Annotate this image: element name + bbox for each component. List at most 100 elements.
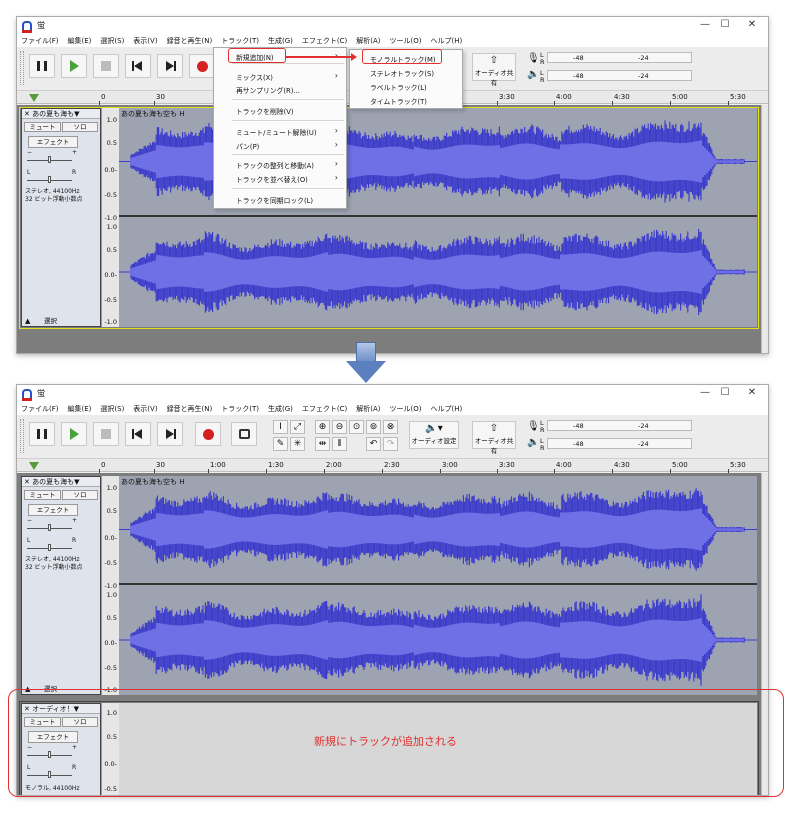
menu-tracks[interactable]: トラック(T) (221, 404, 259, 414)
play-head-icon[interactable] (29, 94, 39, 102)
selection-tool-icon[interactable]: I (273, 420, 288, 434)
clip-name[interactable]: あの夏も海も空も H (121, 477, 185, 487)
effects-button[interactable]: エフェクト (28, 136, 78, 148)
multi-tool-icon[interactable]: ✳ (290, 437, 305, 451)
toolbar-grip[interactable] (20, 51, 24, 85)
stop-button[interactable] (93, 54, 119, 78)
waveform-bottom-right[interactable] (119, 585, 757, 695)
trim-audio-icon[interactable]: ⇹ (315, 437, 330, 451)
menu-item-stereo-track[interactable]: ステレオトラック(S) (370, 68, 434, 78)
menu-item-pan[interactable]: パン(P) (236, 141, 259, 151)
close-track-icon[interactable]: ✕ (24, 478, 30, 486)
vertical-scrollbar[interactable] (761, 105, 768, 353)
menu-item-remove-tracks[interactable]: トラックを削除(V) (236, 106, 294, 116)
play-button[interactable] (61, 54, 87, 78)
menu-generate[interactable]: 生成(G) (268, 404, 293, 414)
gain-slider-thumb[interactable] (48, 524, 51, 531)
menu-help[interactable]: ヘルプ(H) (431, 36, 463, 46)
track-control-panel[interactable]: ✕ あの夏も海も▼ ミュート ソロ エフェクト − + L R ステレオ, 44… (21, 108, 101, 327)
waveform-bottom-left[interactable] (119, 476, 757, 583)
share-audio-button[interactable]: ⇧ オーディオ共有 (472, 53, 516, 87)
menu-item-label-track[interactable]: ラベルトラック(L) (370, 82, 427, 92)
play-button[interactable] (61, 422, 87, 446)
select-track-button[interactable]: 選択 (44, 315, 57, 325)
zoom-in-icon[interactable]: ⊕ (315, 420, 330, 434)
menu-effect[interactable]: エフェクト(C) (302, 36, 347, 46)
microphone-icon[interactable]: 🎙 (527, 53, 540, 64)
track-name-menu[interactable]: ✕ あの夏も海も▼ (22, 109, 100, 119)
redo-icon[interactable]: ↷ (383, 437, 398, 451)
menu-edit[interactable]: 編集(E) (68, 404, 92, 414)
mute-button[interactable]: ミュート (24, 122, 61, 132)
record-button[interactable] (189, 54, 215, 78)
speaker-icon[interactable]: 🔈 (527, 437, 539, 448)
stop-button[interactable] (93, 422, 119, 446)
menu-item-time-track[interactable]: タイムトラック(T) (370, 96, 427, 106)
pan-slider-thumb[interactable] (48, 176, 51, 183)
minimize-icon[interactable]: — (697, 19, 713, 30)
minimize-icon[interactable]: — (697, 387, 713, 398)
menu-transport[interactable]: 録音と再生(N) (167, 404, 213, 414)
solo-button[interactable]: ソロ (62, 122, 98, 132)
mute-button[interactable]: ミュート (24, 490, 61, 500)
solo-button[interactable]: ソロ (62, 490, 98, 500)
menu-tracks[interactable]: トラック(T) (221, 36, 259, 46)
pause-button[interactable] (29, 422, 55, 446)
maximize-icon[interactable]: ☐ (717, 19, 733, 30)
menu-view[interactable]: 表示(V) (133, 36, 157, 46)
audio-setup-button[interactable]: 🔈▾ オーディオ設定 (409, 421, 459, 449)
menu-help[interactable]: ヘルプ(H) (431, 404, 463, 414)
menu-file[interactable]: ファイル(F) (21, 36, 59, 46)
share-audio-button[interactable]: ⇧ オーディオ共有 (472, 421, 516, 455)
pan-slider-thumb[interactable] (48, 544, 51, 551)
menu-select[interactable]: 選択(S) (100, 404, 124, 414)
menu-analyze[interactable]: 解析(A) (356, 36, 380, 46)
waveform-top-right[interactable] (119, 217, 757, 327)
menu-analyze[interactable]: 解析(A) (356, 404, 380, 414)
speaker-icon[interactable]: 🔈 (527, 69, 539, 80)
timeline-ruler[interactable]: 0 30 1:00 1:30 2:00 2:30 3:00 3:30 4:00 … (17, 459, 768, 473)
menu-item-align-tracks[interactable]: トラックの整列と移動(A) (236, 160, 314, 170)
toolbar-grip[interactable] (20, 419, 24, 453)
skip-start-button[interactable] (125, 422, 151, 446)
menu-item-mix[interactable]: ミックス(X) (236, 72, 273, 82)
playback-meter[interactable]: -48 -24 (547, 70, 692, 81)
close-icon[interactable]: ✕ (744, 19, 760, 30)
skip-end-button[interactable] (157, 422, 183, 446)
track-name-menu[interactable]: ✕ あの夏も海も▼ (22, 477, 100, 487)
fit-selection-icon[interactable]: ⊙ (349, 420, 364, 434)
record-button[interactable] (195, 422, 221, 446)
fit-project-icon[interactable]: ⊚ (366, 420, 381, 434)
menu-select[interactable]: 選択(S) (100, 36, 124, 46)
pause-button[interactable] (29, 54, 55, 78)
silence-audio-icon[interactable]: ⦀ (332, 437, 347, 451)
track-control-panel[interactable]: ✕ あの夏も海も▼ ミュート ソロ エフェクト − + L R ステレオ, 44… (21, 476, 101, 695)
collapse-track-icon[interactable]: ▲ (25, 317, 30, 325)
play-head-icon[interactable] (29, 462, 39, 470)
clip-name[interactable]: あの夏も海も空も H (121, 109, 185, 119)
playback-meter[interactable]: -48 -24 (547, 438, 692, 449)
effects-button[interactable]: エフェクト (28, 504, 78, 516)
menu-item-sync-lock[interactable]: トラックを同期ロック(L) (236, 195, 313, 205)
close-track-icon[interactable]: ✕ (24, 110, 30, 118)
zoom-out-icon[interactable]: ⊖ (332, 420, 347, 434)
draw-tool-icon[interactable]: ✎ (273, 437, 288, 451)
undo-icon[interactable]: ↶ (366, 437, 381, 451)
menu-item-sort-tracks[interactable]: トラックを並べ替え(O) (236, 174, 308, 184)
maximize-icon[interactable]: ☐ (717, 387, 733, 398)
record-meter[interactable]: -48 -24 (547, 52, 692, 63)
microphone-icon[interactable]: 🎙 (527, 421, 540, 432)
menu-item-mute-unmute[interactable]: ミュート/ミュート解除(U) (236, 127, 317, 137)
skip-end-button[interactable] (157, 54, 183, 78)
gain-slider-thumb[interactable] (48, 156, 51, 163)
loop-button[interactable] (231, 422, 257, 446)
menu-tools[interactable]: ツール(O) (390, 404, 422, 414)
menu-generate[interactable]: 生成(G) (268, 36, 293, 46)
zoom-toggle-icon[interactable]: ⊗ (383, 420, 398, 434)
menu-tools[interactable]: ツール(O) (390, 36, 422, 46)
menu-item-resample[interactable]: 再サンプリング(R)... (236, 85, 300, 95)
menu-view[interactable]: 表示(V) (133, 404, 157, 414)
record-meter[interactable]: -48 -24 (547, 420, 692, 431)
close-icon[interactable]: ✕ (744, 387, 760, 398)
menu-effect[interactable]: エフェクト(C) (302, 404, 347, 414)
